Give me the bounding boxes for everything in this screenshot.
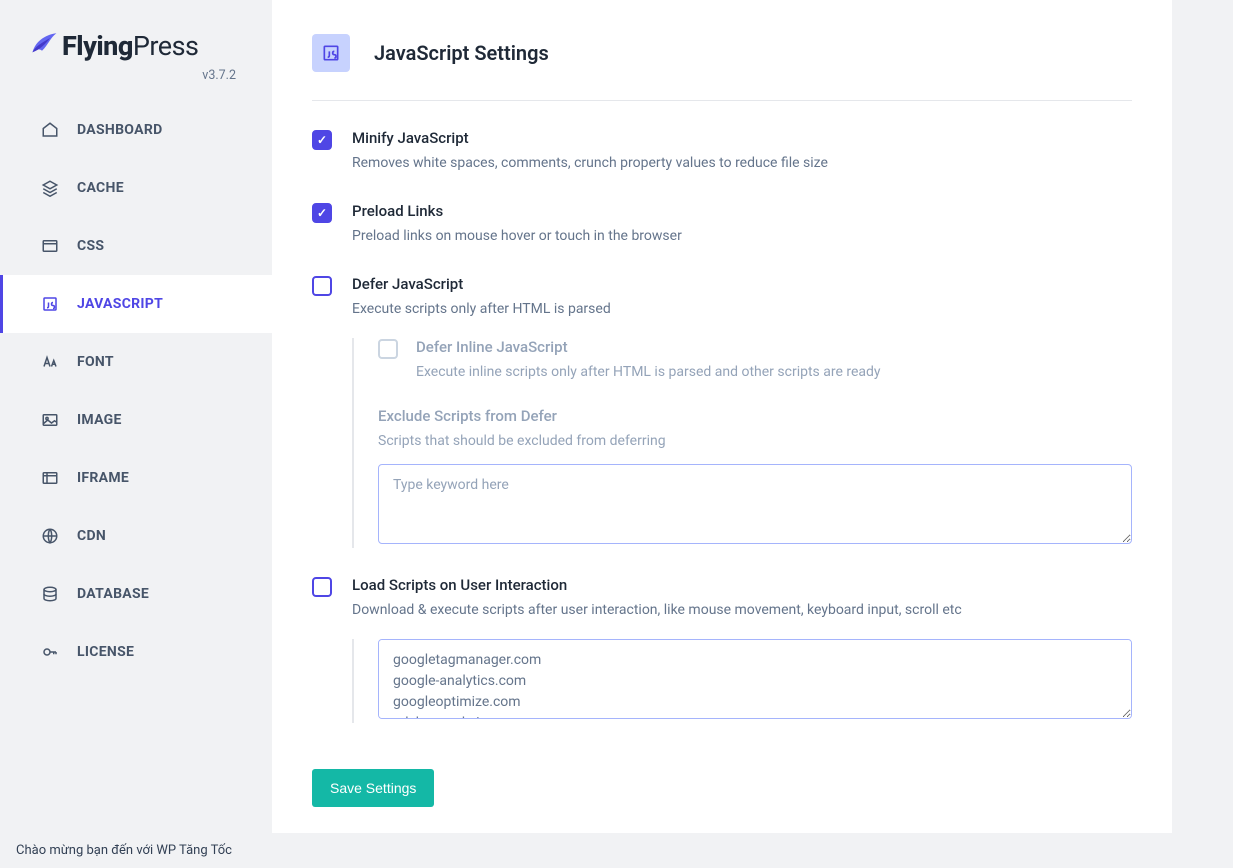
exclude-title: Exclude Scripts from Defer bbox=[378, 407, 1132, 425]
option-title: Preload Links bbox=[352, 202, 1132, 220]
option-defer-js: Defer JavaScript Execute scripts only af… bbox=[312, 275, 1132, 320]
defer-inline-checkbox[interactable] bbox=[378, 339, 398, 359]
image-icon bbox=[41, 411, 59, 429]
logo-text: FlyingPress bbox=[62, 30, 198, 62]
exclude-defer-textarea[interactable] bbox=[378, 464, 1132, 544]
option-title: Defer JavaScript bbox=[352, 275, 1132, 293]
nav-item-cdn[interactable]: CDN bbox=[0, 507, 272, 565]
option-load-on-interaction: Load Scripts on User Interaction Downloa… bbox=[312, 576, 1132, 621]
nav-item-dashboard[interactable]: DASHBOARD bbox=[0, 101, 272, 159]
panel-title: JavaScript Settings bbox=[374, 41, 549, 65]
nav-label: CDN bbox=[77, 528, 106, 544]
nav-list: DASHBOARD CACHE CSS JAVASCRIPT FONT IMAG… bbox=[0, 101, 272, 681]
defer-checkbox[interactable] bbox=[312, 276, 332, 296]
settings-panel: JavaScript Settings Minify JavaScript Re… bbox=[272, 0, 1172, 847]
option-desc: Preload links on mouse hover or touch in… bbox=[352, 226, 1132, 247]
preload-checkbox[interactable] bbox=[312, 203, 332, 223]
option-defer-inline: Defer Inline JavaScript Execute inline s… bbox=[378, 338, 1132, 383]
interaction-scripts-textarea[interactable] bbox=[378, 639, 1132, 719]
nav-item-iframe[interactable]: IFRAME bbox=[0, 449, 272, 507]
defer-sub-section: Defer Inline JavaScript Execute inline s… bbox=[352, 338, 1132, 548]
version-label: v3.7.2 bbox=[26, 62, 246, 95]
option-title: Minify JavaScript bbox=[352, 129, 1132, 147]
option-desc: Download & execute scripts after user in… bbox=[352, 600, 1132, 621]
globe-icon bbox=[41, 527, 59, 545]
minify-checkbox[interactable] bbox=[312, 130, 332, 150]
nav-item-database[interactable]: DATABASE bbox=[0, 565, 272, 623]
nav-label: DATABASE bbox=[77, 586, 149, 602]
nav-item-css[interactable]: CSS bbox=[0, 217, 272, 275]
option-desc: Execute inline scripts only after HTML i… bbox=[416, 362, 1132, 383]
font-icon bbox=[41, 353, 59, 371]
main: JavaScript Settings Minify JavaScript Re… bbox=[272, 0, 1233, 868]
nav-item-image[interactable]: IMAGE bbox=[0, 391, 272, 449]
interaction-sub-section bbox=[352, 639, 1132, 723]
javascript-icon bbox=[41, 295, 59, 313]
nav-label: JAVASCRIPT bbox=[77, 296, 163, 312]
save-button[interactable]: Save Settings bbox=[312, 769, 434, 807]
logo: FlyingPress bbox=[26, 30, 246, 62]
option-title: Load Scripts on User Interaction bbox=[352, 576, 1132, 594]
nav-label: IFRAME bbox=[77, 470, 129, 486]
nav-label: LICENSE bbox=[77, 644, 134, 660]
nav-item-javascript[interactable]: JAVASCRIPT bbox=[0, 275, 272, 333]
sidebar: FlyingPress v3.7.2 DASHBOARD CACHE CSS J… bbox=[0, 0, 272, 868]
panel-header: JavaScript Settings bbox=[312, 34, 1132, 101]
css-icon bbox=[41, 237, 59, 255]
exclude-defer-block: Exclude Scripts from Defer Scripts that … bbox=[378, 407, 1132, 548]
nav-item-font[interactable]: FONT bbox=[0, 333, 272, 391]
nav-item-license[interactable]: LICENSE bbox=[0, 623, 272, 681]
nav-item-cache[interactable]: CACHE bbox=[0, 159, 272, 217]
layers-icon bbox=[41, 179, 59, 197]
nav-label: CACHE bbox=[77, 180, 124, 196]
option-preload-links: Preload Links Preload links on mouse hov… bbox=[312, 202, 1132, 247]
home-icon bbox=[41, 121, 59, 139]
load-interaction-checkbox[interactable] bbox=[312, 577, 332, 597]
exclude-desc: Scripts that should be excluded from def… bbox=[378, 431, 1132, 452]
nav-label: FONT bbox=[77, 354, 114, 370]
footer-text: Chào mừng bạn đến với WP Tăng Tốc bbox=[0, 833, 1233, 868]
nav-label: CSS bbox=[77, 238, 104, 254]
iframe-icon bbox=[41, 469, 59, 487]
option-minify-js: Minify JavaScript Removes white spaces, … bbox=[312, 129, 1132, 174]
nav-label: IMAGE bbox=[77, 412, 122, 428]
option-title: Defer Inline JavaScript bbox=[416, 338, 1132, 356]
option-desc: Execute scripts only after HTML is parse… bbox=[352, 299, 1132, 320]
option-desc: Removes white spaces, comments, crunch p… bbox=[352, 153, 1132, 174]
brand-area: FlyingPress v3.7.2 bbox=[0, 30, 272, 101]
nav-label: DASHBOARD bbox=[77, 122, 162, 138]
database-icon bbox=[41, 585, 59, 603]
logo-icon bbox=[26, 30, 58, 62]
javascript-icon bbox=[312, 34, 350, 72]
key-icon bbox=[41, 643, 59, 661]
